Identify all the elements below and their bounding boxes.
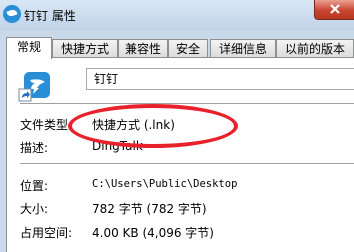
dingtalk-app-icon xyxy=(3,5,21,23)
tab-shortcut[interactable]: 快捷方式 xyxy=(52,39,118,57)
separator xyxy=(20,103,354,104)
tab-strip: 常规 快捷方式 兼容性 安全 详细信息 以前的版本 xyxy=(6,37,354,59)
file-type-label: 文件类型 xyxy=(20,118,69,132)
dingtalk-shortcut-icon xyxy=(18,72,50,102)
location-label: 位置: xyxy=(20,179,49,193)
close-icon xyxy=(330,4,340,14)
tab-general[interactable]: 常规 xyxy=(6,37,52,59)
description-label: 描述: xyxy=(20,141,49,155)
size-on-disk-label: 占用空间: xyxy=(20,226,73,240)
tab-compatibility[interactable]: 兼容性 xyxy=(118,39,168,57)
tab-previous-versions[interactable]: 以前的版本 xyxy=(276,39,354,57)
location-value: C:\Users\Public\Desktop xyxy=(92,178,238,190)
size-label: 大小: xyxy=(20,202,49,216)
name-field[interactable]: 钉钉 xyxy=(86,68,354,90)
tab-details[interactable]: 详细信息 xyxy=(210,39,276,57)
size-on-disk-value: 4.00 KB (4,096 字节) xyxy=(92,226,214,240)
close-button[interactable] xyxy=(314,0,354,20)
window-title: 钉钉 属性 xyxy=(24,9,76,23)
separator xyxy=(20,163,354,164)
size-value: 782 字节 (782 字节) xyxy=(92,202,207,216)
red-highlight-ellipse xyxy=(68,104,238,148)
tab-security[interactable]: 安全 xyxy=(168,39,208,57)
title-bar[interactable]: 钉钉 属性 xyxy=(0,0,354,30)
